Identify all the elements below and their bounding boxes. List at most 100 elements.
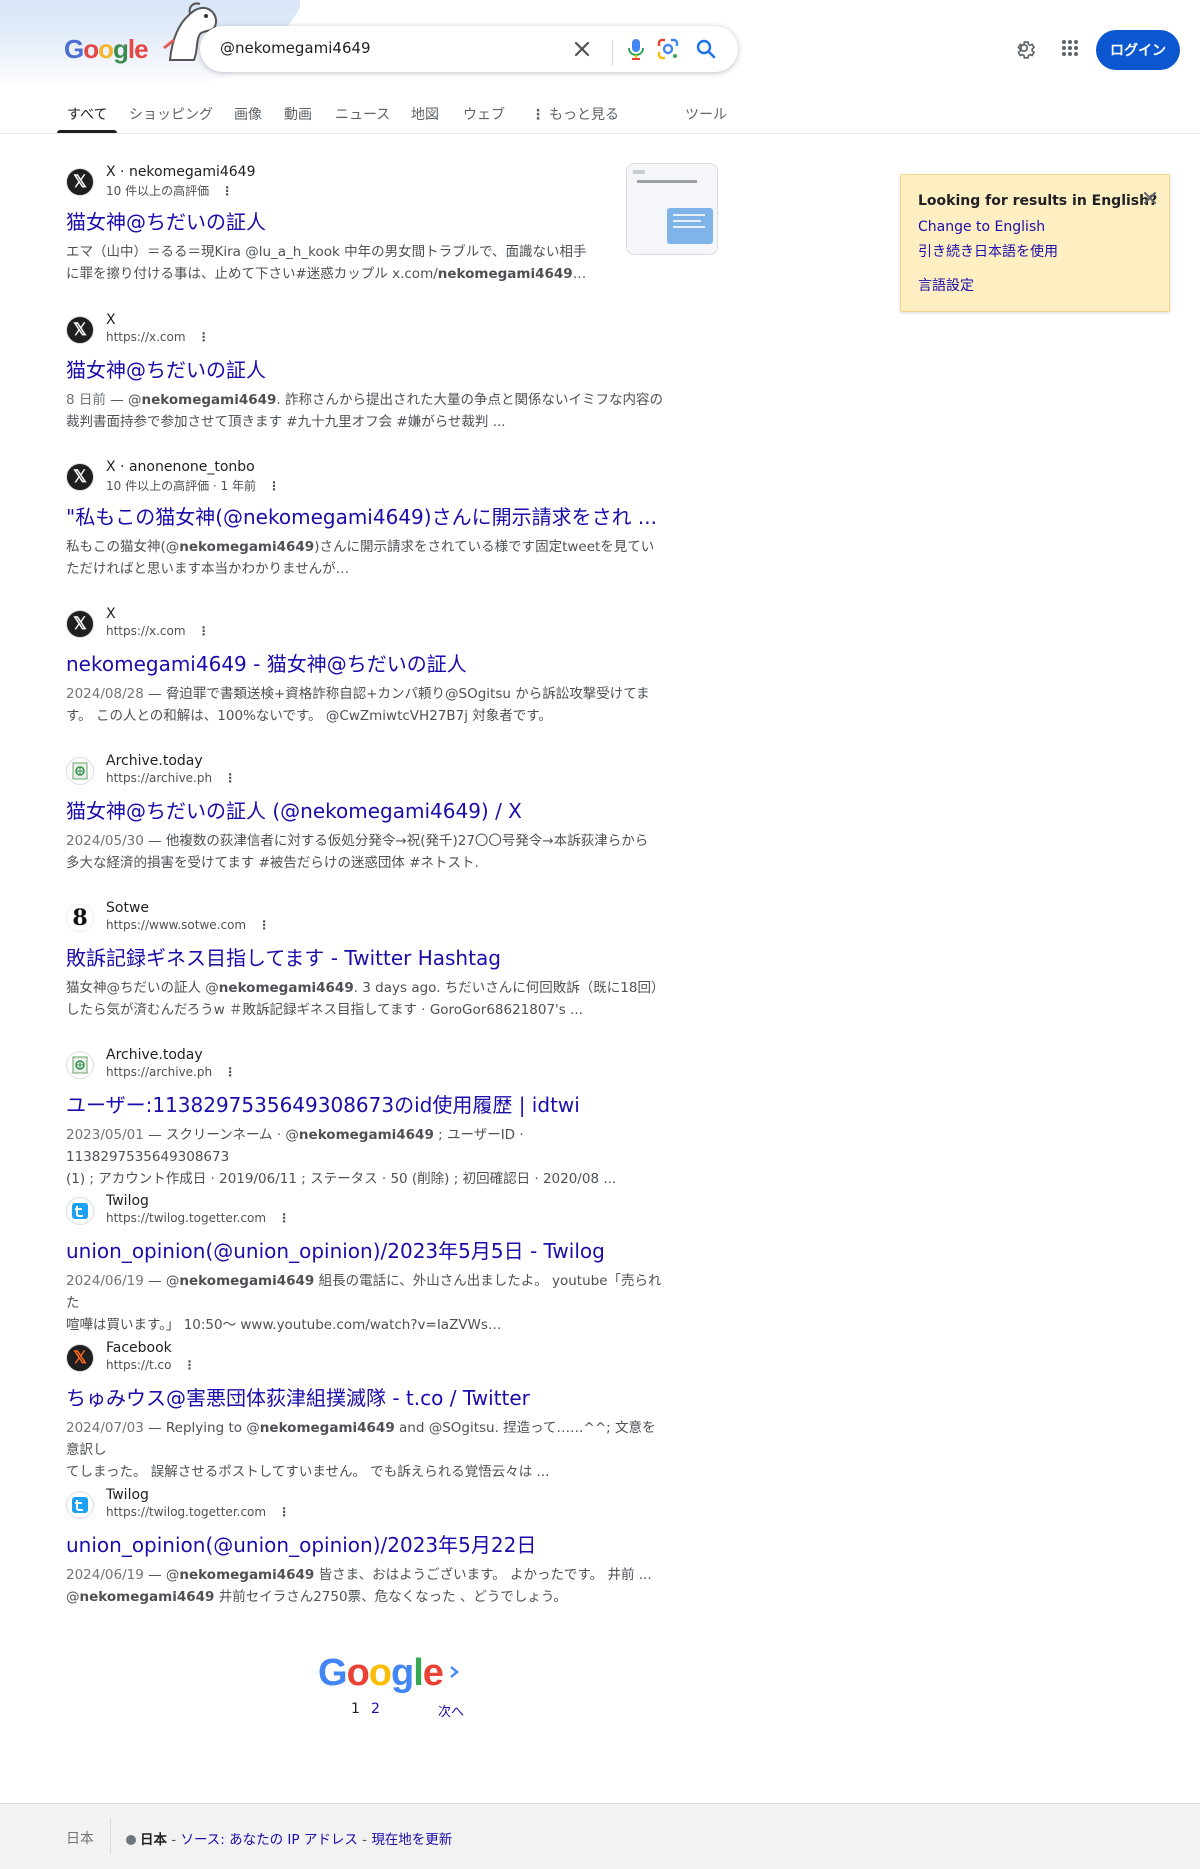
archive-today-icon — [66, 1051, 94, 1079]
result-snippet: 8 日前 — @nekomegami4649. 詐称さんから提出された大量の争点… — [66, 392, 663, 430]
more-options-icon[interactable]: ⋮ — [224, 771, 236, 785]
result-thumbnail[interactable] — [626, 163, 718, 255]
search-result: Archive.today https://archive.ph ⋮ ユーザー:1… — [66, 1047, 666, 1190]
clear-icon[interactable] — [570, 37, 594, 61]
result-snippet: エマ（山中）＝るる＝現Kira @lu_a_h_kook 中年の男女間トラブルで… — [66, 244, 587, 282]
google-lens-icon[interactable] — [656, 37, 680, 61]
result-snippet: 猫女神@ちだいの証人 @nekomegami4649. 3 days ago. … — [66, 980, 665, 1018]
archive-today-icon — [66, 757, 94, 785]
more-options-icon[interactable]: ⋮ — [198, 624, 210, 638]
search-result: 𝕏 X · anonenone_tonbo 10 件以上の高評価 · 1 年前 ⋮… — [66, 459, 666, 580]
result-title-link[interactable]: ちゅみウス@害悪団体荻津組撲滅隊 - t.co / Twitter — [66, 1382, 666, 1411]
login-button[interactable]: ログイン — [1096, 30, 1180, 70]
tab-shopping[interactable]: ショッピング — [129, 104, 213, 124]
search-result: 𝕏 X https://x.com ⋮ 猫女神@ちだいの証人 8 日前 — @ne… — [66, 312, 666, 433]
page-current: 1 — [351, 1701, 360, 1717]
site-name: Archive.today — [106, 1047, 203, 1063]
site-meta: https://twilog.togetter.com ⋮ — [106, 1505, 291, 1519]
tab-images[interactable]: 画像 — [234, 104, 262, 124]
search-result: Twilog https://twilog.togetter.com ⋮ unio… — [66, 1193, 666, 1336]
site-meta: https://archive.ph ⋮ — [106, 771, 237, 785]
twilog-logo-icon — [66, 1491, 94, 1519]
x-logo-icon: 𝕏 — [66, 316, 94, 344]
search-result: 8 Sotwe https://www.sotwe.com ⋮ 敗訴記録ギネス目指… — [66, 900, 666, 1021]
more-options-icon[interactable]: ⋮ — [198, 330, 210, 344]
more-options-icon[interactable]: ⋮ — [268, 479, 280, 493]
site-name: X · nekomegami4649 — [106, 164, 256, 180]
more-vert-icon: ⋮ — [531, 107, 545, 123]
search-divider — [612, 40, 613, 66]
footer-divider — [110, 1818, 111, 1854]
site-name: X — [106, 606, 116, 622]
result-title-link[interactable]: 敗訴記録ギネス目指してます - Twitter Hashtag — [66, 942, 666, 971]
site-name: Archive.today — [106, 753, 203, 769]
site-meta: 10 件以上の高評価 ⋮ — [106, 184, 234, 198]
settings-gear-icon[interactable] — [1012, 36, 1036, 60]
x-logo-icon: 𝕏 — [66, 463, 94, 491]
site-meta: https://www.sotwe.com ⋮ — [106, 918, 271, 932]
search-result: Twilog https://twilog.togetter.com ⋮ unio… — [66, 1487, 666, 1608]
location-dot-icon — [126, 1835, 136, 1845]
result-title-link[interactable]: nekomegami4649 - 猫女神@ちだいの証人 — [66, 648, 666, 677]
search-input[interactable] — [220, 39, 560, 57]
site-meta: 10 件以上の高評価 · 1 年前 ⋮ — [106, 479, 280, 493]
tab-more[interactable]: ⋮ もっと見る — [531, 104, 619, 124]
language-settings-link[interactable]: 言語設定 — [918, 275, 974, 295]
microphone-icon[interactable] — [624, 37, 648, 61]
update-location-link[interactable]: 現在地を更新 — [371, 1832, 452, 1848]
pagination-google-logo: Google — [318, 1652, 444, 1694]
result-title-link[interactable]: ユーザー:1138297535649308673のid使用履歴 | idtwi — [66, 1089, 666, 1118]
panel-title: Looking for results in English? — [918, 193, 1158, 209]
more-options-icon[interactable]: ⋮ — [278, 1505, 290, 1519]
more-options-icon[interactable]: ⋮ — [183, 1358, 195, 1372]
google-logo[interactable]: Google — [64, 34, 149, 65]
result-title-link[interactable]: union_opinion(@union_opinion)/2023年5月22日 — [66, 1529, 666, 1558]
more-options-icon[interactable]: ⋮ — [278, 1211, 290, 1225]
site-name: Facebook — [106, 1340, 172, 1356]
tab-maps[interactable]: 地図 — [411, 104, 439, 124]
tab-all[interactable]: すべて — [56, 104, 119, 133]
site-name: Twilog — [106, 1193, 149, 1209]
more-options-icon[interactable]: ⋮ — [221, 184, 233, 198]
result-title-link[interactable]: "私もこの猫女神(@nekomegami4649)さんに開示請求をされ ... — [66, 501, 666, 530]
change-to-english-link[interactable]: Change to English — [918, 219, 1045, 235]
footer-country: 日本 — [66, 1831, 94, 1847]
tab-news[interactable]: ニュース — [335, 104, 390, 124]
result-snippet: 2024/06/19 — @nekomegami4649 皆さま、おはようござい… — [66, 1567, 652, 1605]
tab-web[interactable]: ウェブ — [463, 104, 505, 124]
next-chevron-icon[interactable] — [447, 1664, 461, 1680]
next-page-link[interactable]: 次へ — [438, 1701, 464, 1720]
more-options-icon[interactable]: ⋮ — [224, 1065, 236, 1079]
result-snippet: 2023/05/01 — スクリーンネーム · @nekomegami4649 … — [66, 1127, 617, 1187]
site-name: X · anonenone_tonbo — [106, 459, 255, 475]
page-2-link[interactable]: 2 — [371, 1701, 380, 1717]
search-box — [200, 26, 738, 72]
result-title-link[interactable]: 猫女神@ちだいの証人 (@nekomegami4649) / X — [66, 795, 666, 824]
search-result: 𝕏 X · nekomegami4649 10 件以上の高評価 ⋮ 猫女神@ちだい… — [66, 164, 666, 285]
result-snippet: 2024/05/30 — 他複数の荻津信者に対する仮処分発令→祝(発千)27〇〇… — [66, 833, 649, 871]
apps-grid-icon[interactable] — [1058, 36, 1082, 60]
header: Google @nekomegami4649 ログイン — [0, 0, 1200, 96]
site-meta: https://twilog.togetter.com ⋮ — [106, 1211, 291, 1225]
english-results-panel: Looking for results in English? Change t… — [900, 174, 1170, 312]
x-logo-icon: 𝕏 — [66, 610, 94, 638]
search-result: Archive.today https://archive.ph ⋮ 猫女神@ちだ… — [66, 753, 666, 874]
location-source-link[interactable]: ソース: あなたの IP アドレス — [180, 1832, 357, 1848]
facebook-x-logo-icon: 𝕏 — [66, 1344, 94, 1372]
twilog-logo-icon — [66, 1197, 94, 1225]
result-snippet: 私もこの猫女神(@nekomegami4649)さんに開示請求をされている様です… — [66, 539, 655, 577]
keep-japanese-link[interactable]: 引き続き日本語を使用 — [918, 241, 1058, 261]
result-title-link[interactable]: union_opinion(@union_opinion)/2023年5月5日 … — [66, 1235, 666, 1264]
close-icon[interactable] — [1141, 189, 1159, 207]
site-meta: https://t.co ⋮ — [106, 1358, 196, 1372]
result-title-link[interactable]: 猫女神@ちだいの証人 — [66, 206, 666, 235]
result-title-link[interactable]: 猫女神@ちだいの証人 — [66, 354, 666, 383]
x-logo-icon: 𝕏 — [66, 168, 94, 196]
more-options-icon[interactable]: ⋮ — [258, 918, 270, 932]
tab-videos[interactable]: 動画 — [284, 104, 312, 124]
site-name: X — [106, 312, 116, 328]
site-name: Twilog — [106, 1487, 149, 1503]
search-tabs: すべて ショッピング 画像 動画 ニュース 地図 ウェブ ⋮ もっと見る ツール — [0, 96, 1200, 134]
tab-tools[interactable]: ツール — [685, 104, 727, 124]
search-icon[interactable] — [694, 37, 718, 61]
